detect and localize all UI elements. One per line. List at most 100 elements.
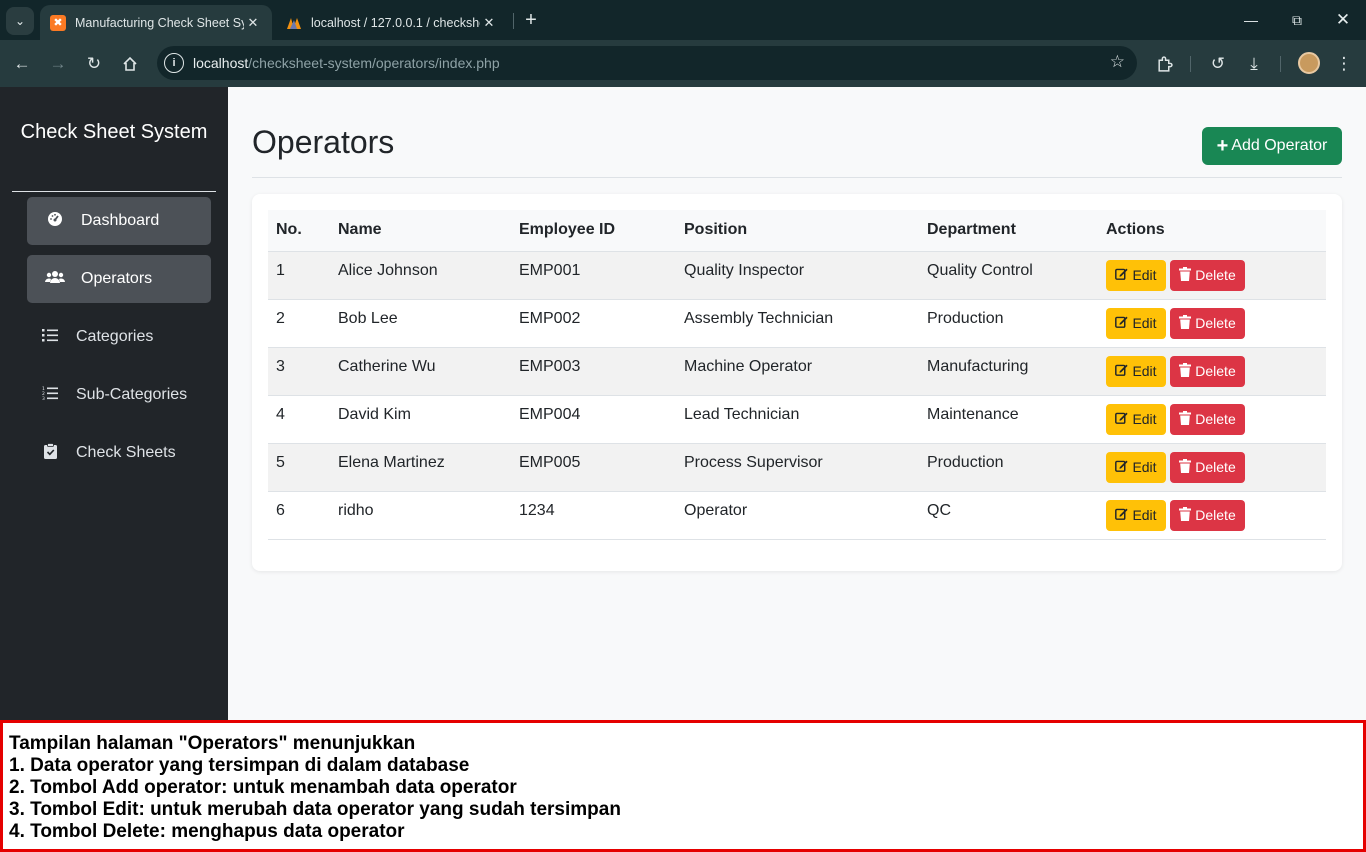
- browser-tab-active[interactable]: ✖ Manufacturing Check Sheet Sys ✕: [40, 5, 272, 40]
- sidebar-item-operators[interactable]: Operators: [27, 255, 211, 303]
- operators-table: No. Name Employee ID Position Department…: [268, 210, 1326, 540]
- edit-label: Edit: [1132, 459, 1157, 475]
- cell-department: Quality Control: [919, 251, 1098, 300]
- edit-label: Edit: [1132, 411, 1157, 427]
- sidebar-item-label: Check Sheets: [76, 444, 176, 461]
- edit-button[interactable]: Edit: [1106, 403, 1166, 435]
- delete-button[interactable]: Delete: [1170, 259, 1245, 291]
- delete-button[interactable]: Delete: [1170, 499, 1245, 531]
- kebab-menu-icon[interactable]: ⋮: [1330, 50, 1358, 78]
- close-icon[interactable]: ✕: [480, 15, 498, 31]
- new-tab-icon[interactable]: +: [520, 8, 542, 32]
- address-bar[interactable]: i localhost/checksheet-system/operators/…: [157, 46, 1137, 80]
- add-operator-label: Add Operator: [1231, 137, 1328, 154]
- tab-title: localhost / 127.0.0.1 / checkshe: [311, 15, 480, 30]
- back-arrow-icon[interactable]: ←: [8, 50, 36, 78]
- sidebar-item-dashboard[interactable]: Dashboard: [27, 197, 211, 245]
- edit-button[interactable]: Edit: [1106, 355, 1166, 387]
- annotation-line: 4. Tombol Delete: menghapus data operato…: [9, 821, 405, 842]
- delete-button[interactable]: Delete: [1170, 355, 1245, 387]
- edit-label: Edit: [1132, 315, 1157, 331]
- delete-button[interactable]: Delete: [1170, 403, 1245, 435]
- edit-label: Edit: [1132, 363, 1157, 379]
- extensions-icon[interactable]: [1150, 50, 1178, 78]
- delete-label: Delete: [1195, 411, 1236, 427]
- cell-actions: Edit Delete: [1098, 299, 1326, 348]
- toolbar-divider: [1190, 56, 1191, 72]
- delete-label: Delete: [1195, 459, 1236, 475]
- cell-employee-id: EMP002: [511, 299, 676, 348]
- pencil-square-icon: [1115, 315, 1129, 331]
- browser-tab-bar: ⌄ ✖ Manufacturing Check Sheet Sys ✕ loca…: [0, 0, 1366, 40]
- cell-name: Bob Lee: [330, 299, 511, 348]
- clipboard-check-icon: [39, 443, 61, 463]
- table-header-row: No. Name Employee ID Position Department…: [268, 210, 1326, 252]
- pencil-square-icon: [1115, 507, 1129, 523]
- trash-icon: [1179, 506, 1192, 524]
- close-icon[interactable]: ✕: [244, 15, 262, 31]
- sidebar-brand: Check Sheet System: [20, 121, 208, 143]
- delete-label: Delete: [1195, 363, 1236, 379]
- delete-button[interactable]: Delete: [1170, 451, 1245, 483]
- cell-employee-id: 1234: [511, 491, 676, 540]
- window-close-icon[interactable]: ✕: [1320, 0, 1366, 40]
- sidebar: Check Sheet System Dashboard Operators C…: [0, 87, 228, 721]
- column-header-department: Department: [919, 210, 1098, 252]
- cell-actions: Edit Delete: [1098, 443, 1326, 492]
- cell-actions: Edit Delete: [1098, 395, 1326, 444]
- sidebar-item-categories[interactable]: Categories: [27, 313, 211, 361]
- table-row: 4 David Kim EMP004 Lead Technician Maintenan…: [268, 395, 1326, 444]
- annotation-line: 1. Data operator yang tersimpan di dalam…: [9, 755, 470, 776]
- bookmark-star-icon[interactable]: ☆: [1110, 52, 1125, 72]
- svg-text:3: 3: [42, 396, 45, 400]
- users-icon: [44, 269, 66, 289]
- sidebar-item-check-sheets[interactable]: Check Sheets: [27, 429, 211, 477]
- sidebar-item-label: Dashboard: [81, 212, 160, 229]
- sidebar-item-label: Sub-Categories: [76, 386, 188, 403]
- tab-search-chevron-icon[interactable]: ⌄: [6, 7, 34, 35]
- cell-department: Production: [919, 299, 1098, 348]
- table-row: 6 ridho 1234 Operator QC Edit Delete: [268, 491, 1326, 540]
- cell-no: 1: [268, 251, 330, 300]
- download-icon[interactable]: ⤓: [1240, 50, 1268, 78]
- operators-card: No. Name Employee ID Position Department…: [252, 194, 1342, 571]
- annotation-line: 3. Tombol Edit: untuk merubah data opera…: [9, 799, 621, 820]
- cell-name: ridho: [330, 491, 511, 540]
- delete-label: Delete: [1195, 507, 1236, 523]
- restore-icon[interactable]: ⧉: [1274, 0, 1320, 40]
- add-operator-button[interactable]: + Add Operator: [1202, 127, 1342, 165]
- history-icon[interactable]: ↺: [1204, 50, 1232, 78]
- cell-department: Manufacturing: [919, 347, 1098, 396]
- cell-department: Production: [919, 443, 1098, 492]
- cell-no: 4: [268, 395, 330, 444]
- cell-employee-id: EMP004: [511, 395, 676, 444]
- trash-icon: [1179, 314, 1192, 332]
- cell-position: Operator: [676, 491, 919, 540]
- home-icon[interactable]: [116, 50, 144, 78]
- reload-icon[interactable]: ↻: [80, 50, 108, 78]
- trash-icon: [1179, 266, 1192, 284]
- edit-label: Edit: [1132, 267, 1157, 283]
- sidebar-item-sub-categories[interactable]: 123 Sub-Categories: [27, 371, 211, 419]
- cell-no: 6: [268, 491, 330, 540]
- minimize-icon[interactable]: —: [1228, 0, 1274, 40]
- cell-position: Assembly Technician: [676, 299, 919, 348]
- edit-button[interactable]: Edit: [1106, 307, 1166, 339]
- browser-tab[interactable]: localhost / 127.0.0.1 / checkshe ✕: [276, 5, 508, 40]
- column-header-name: Name: [330, 210, 511, 252]
- forward-arrow-icon[interactable]: →: [44, 50, 72, 78]
- tab-title: Manufacturing Check Sheet Sys: [75, 15, 244, 30]
- profile-avatar[interactable]: [1298, 52, 1320, 74]
- site-info-icon[interactable]: i: [164, 53, 184, 73]
- edit-button[interactable]: Edit: [1106, 259, 1166, 291]
- cell-name: Catherine Wu: [330, 347, 511, 396]
- edit-button[interactable]: Edit: [1106, 451, 1166, 483]
- list-icon: [39, 328, 61, 346]
- divider: [252, 177, 1342, 178]
- edit-button[interactable]: Edit: [1106, 499, 1166, 531]
- delete-button[interactable]: Delete: [1170, 307, 1245, 339]
- cell-employee-id: EMP001: [511, 251, 676, 300]
- url-text: localhost/checksheet-system/operators/in…: [193, 55, 500, 71]
- phpmyadmin-icon: [286, 15, 302, 31]
- cell-no: 3: [268, 347, 330, 396]
